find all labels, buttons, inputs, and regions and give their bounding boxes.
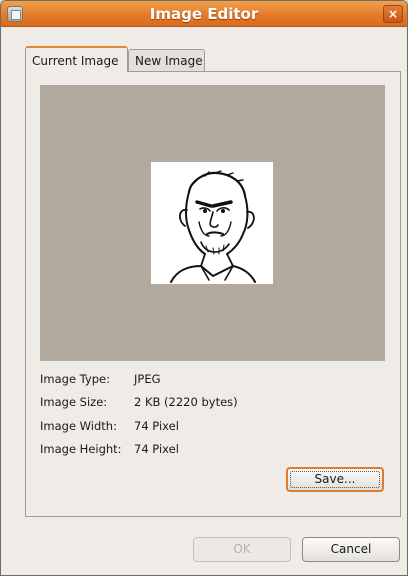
face-sketch-image (151, 162, 273, 284)
image-type-value: JPEG (134, 372, 161, 386)
close-icon: × (387, 7, 399, 21)
window-title: Image Editor (149, 5, 259, 23)
ok-button[interactable]: OK (193, 537, 291, 562)
image-size-value: 2 KB (2220 bytes) (134, 395, 238, 409)
save-button[interactable]: Save... (286, 467, 384, 492)
image-height-label: Image Height: (40, 442, 122, 456)
tab-new-image[interactable]: New Image (128, 49, 205, 72)
cancel-button[interactable]: Cancel (302, 537, 400, 562)
tab-current-image[interactable]: Current Image (25, 46, 128, 72)
image-height-value: 74 Pixel (134, 442, 179, 456)
close-button[interactable]: × (383, 5, 403, 23)
image-size-label: Image Size: (40, 395, 108, 409)
image-thumbnail (151, 162, 273, 284)
image-type-label: Image Type: (40, 372, 110, 386)
image-width-label: Image Width: (40, 419, 117, 433)
image-editor-window: Image Editor × Current Image New Image I… (0, 0, 408, 576)
titlebar[interactable]: Image Editor × (1, 1, 407, 27)
image-width-value: 74 Pixel (134, 419, 179, 433)
